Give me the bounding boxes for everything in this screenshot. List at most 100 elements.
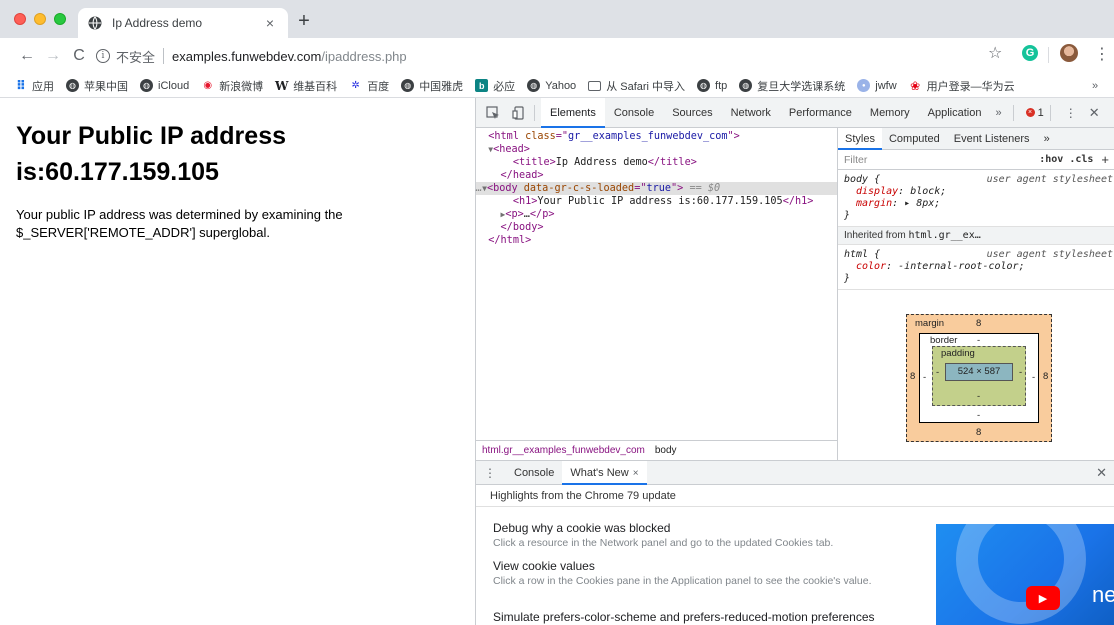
inherited-selector[interactable]: html.gr__ex… [908, 230, 980, 241]
bookmark-icloud[interactable]: ◍ iCloud [140, 79, 189, 92]
tab-strip: Ip Address demo × + [0, 0, 1114, 38]
maximize-window-button[interactable] [54, 13, 66, 25]
whats-new-title[interactable]: Simulate prefers-color-scheme and prefer… [493, 610, 913, 625]
bookmark-label: 必应 [493, 80, 516, 93]
bookmark-apps[interactable]: ⠿ 应用 [14, 78, 54, 94]
dom-node-head-close[interactable]: </head> [476, 169, 837, 182]
bookmarks-overflow-button[interactable]: » [1092, 80, 1098, 92]
bookmark-wikipedia[interactable]: W 维基百科 [275, 78, 337, 94]
drawer-tab-whats-new[interactable]: What's New × [562, 460, 647, 485]
browser-tab[interactable]: Ip Address demo × [78, 8, 288, 38]
whats-new-video-thumbnail[interactable]: ▶ ne [936, 524, 1114, 625]
close-window-button[interactable] [14, 13, 26, 25]
new-tab-button[interactable]: + [292, 10, 316, 34]
dom-node-p[interactable]: ▶<p>…</p> [476, 208, 837, 221]
forward-button[interactable]: → [40, 43, 66, 69]
devtools-menu-icon[interactable]: ⋮ [1065, 106, 1077, 120]
css-rule-body[interactable]: body { user agent stylesheet display: bl… [838, 170, 1114, 227]
breadcrumb-html[interactable]: html.gr__examples_funwebdev_com [482, 445, 645, 456]
more-tabs-button[interactable]: » [990, 107, 1006, 119]
bookmark-yahoo[interactable]: ◍ Yahoo [527, 79, 576, 92]
css-rule-html[interactable]: html { user agent stylesheet color: -int… [838, 245, 1114, 290]
tab-application[interactable]: Application [919, 98, 991, 128]
tab-console[interactable]: Console [605, 98, 663, 128]
inspect-element-icon[interactable] [484, 104, 502, 122]
bookmark-weibo[interactable]: ◉ 新浪微博 [201, 78, 263, 94]
dom-tree[interactable]: <html class="gr__examples_funwebdev_com"… [476, 128, 837, 440]
bookmark-huawei-cloud[interactable]: ❀ 用户登录—华为云 [909, 78, 1015, 94]
inherited-header: Inherited from html.gr__ex… [838, 227, 1114, 245]
reload-button[interactable]: C [66, 43, 92, 69]
styles-filter-input[interactable]: Filter [844, 154, 1039, 166]
devtools-panel: Elements Console Sources Network Perform… [475, 97, 1114, 625]
border-left-value: - [923, 372, 927, 383]
chrome-menu-icon[interactable]: ⋮ [1094, 44, 1110, 64]
hov-cls-toggle[interactable]: :hov .cls [1039, 154, 1093, 165]
security-label[interactable]: 不安全 [116, 47, 155, 66]
url-path[interactable]: /ipaddress.php [321, 49, 406, 64]
styles-more-tabs[interactable]: » [1037, 128, 1057, 150]
bookmark-safari-import[interactable]: 从 Safari 中导入 [588, 78, 685, 94]
bookmark-star-icon[interactable]: ☆ [988, 43, 1002, 63]
tab-styles[interactable]: Styles [838, 127, 882, 150]
box-model-margin[interactable]: margin 8 8 8 8 border - - - - padding - … [906, 314, 1052, 442]
tab-close-icon[interactable]: × [262, 15, 278, 31]
drawer-close-icon[interactable]: ✕ [1096, 465, 1107, 481]
bookmarks-bar: ⠿ 应用 ◍ 苹果中国 ◍ iCloud ◉ 新浪微博 W 维基百科 ✲ 百度 ◍ 中国雅虎 … [0, 74, 1114, 98]
drawer-tab-close-icon[interactable]: × [633, 468, 639, 479]
url-host[interactable]: examples.funwebdev.com [172, 49, 321, 64]
box-model-padding[interactable]: padding - - - 524 × 587 [932, 346, 1026, 406]
devtools-divider [1012, 104, 1014, 121]
whats-new-item[interactable]: Simulate prefers-color-scheme and prefer… [493, 610, 913, 625]
tab-network[interactable]: Network [722, 98, 780, 128]
bookmark-jwfw[interactable]: ● jwfw [857, 79, 897, 92]
dom-node-body[interactable]: …▼<body data-gr-c-s-loaded="true"> == $0 [476, 182, 837, 195]
whats-new-item[interactable]: Debug why a cookie was blocked Click a r… [493, 521, 913, 549]
box-model-content[interactable]: 524 × 587 [945, 363, 1013, 381]
tab-performance[interactable]: Performance [780, 98, 861, 128]
play-icon[interactable]: ▶ [1026, 586, 1060, 610]
back-button[interactable]: ← [14, 43, 40, 69]
whats-new-title[interactable]: Debug why a cookie was blocked [493, 521, 913, 536]
whats-new-item[interactable]: View cookie values Click a row in the Co… [493, 559, 913, 587]
address-bar[interactable]: i 不安全 examples.funwebdev.com/ipaddress.p… [96, 42, 1016, 70]
tab-memory[interactable]: Memory [861, 98, 919, 128]
dom-node-html[interactable]: <html class="gr__examples_funwebdev_com"… [476, 130, 837, 143]
dom-node-h1[interactable]: <h1>Your Public IP address is:60.177.159… [476, 195, 837, 208]
dom-node-title[interactable]: <title>Ip Address demo</title> [476, 156, 837, 169]
bookmark-fudan[interactable]: ◍ 复旦大学选课系统 [739, 78, 845, 94]
tab-sources[interactable]: Sources [663, 98, 721, 128]
tab-event-listeners[interactable]: Event Listeners [947, 128, 1037, 150]
grammarly-extension-icon[interactable]: G [1022, 45, 1038, 61]
globe-icon: ◍ [527, 79, 541, 92]
page-paragraph: Your public IP address was determined by… [16, 207, 343, 240]
bookmark-baidu[interactable]: ✲ 百度 [349, 78, 389, 94]
bookmark-apple-china[interactable]: ◍ 苹果中国 [66, 78, 128, 94]
minimize-window-button[interactable] [34, 13, 46, 25]
drawer-tab-console[interactable]: Console [506, 461, 562, 485]
profile-avatar[interactable] [1060, 44, 1078, 62]
baidu-icon: ✲ [351, 80, 360, 91]
device-toolbar-icon[interactable] [510, 104, 528, 122]
dom-node-body-close[interactable]: </body> [476, 221, 837, 234]
whats-new-title[interactable]: View cookie values [493, 559, 913, 574]
tab-elements[interactable]: Elements [541, 97, 605, 128]
info-icon[interactable]: i [96, 49, 110, 63]
new-rule-button[interactable]: + [1101, 152, 1109, 167]
bookmark-label: 应用 [32, 80, 54, 93]
globe-icon: ◍ [140, 79, 153, 92]
dom-node-html-close[interactable]: </html> [476, 234, 837, 247]
box-model-border[interactable]: border - - - - padding - - - 524 × 587 [919, 333, 1039, 423]
dom-node-head[interactable]: ▼<head> [476, 143, 837, 156]
devtools-close-icon[interactable]: ✕ [1089, 105, 1100, 121]
bookmark-yahoo-china[interactable]: ◍ 中国雅虎 [401, 78, 463, 94]
devtools-divider [534, 104, 535, 121]
chrome-ring-graphic [956, 524, 1086, 624]
bookmark-label: jwfw [875, 79, 897, 92]
breadcrumb-body[interactable]: body [655, 445, 677, 456]
bookmark-ftp[interactable]: ◍ ftp [697, 79, 727, 92]
tab-computed[interactable]: Computed [882, 128, 947, 150]
bookmark-bing[interactable]: b 必应 [475, 78, 515, 94]
error-counter[interactable]: × 1 [1025, 107, 1044, 119]
drawer-menu-icon[interactable]: ⋮ [484, 466, 496, 480]
